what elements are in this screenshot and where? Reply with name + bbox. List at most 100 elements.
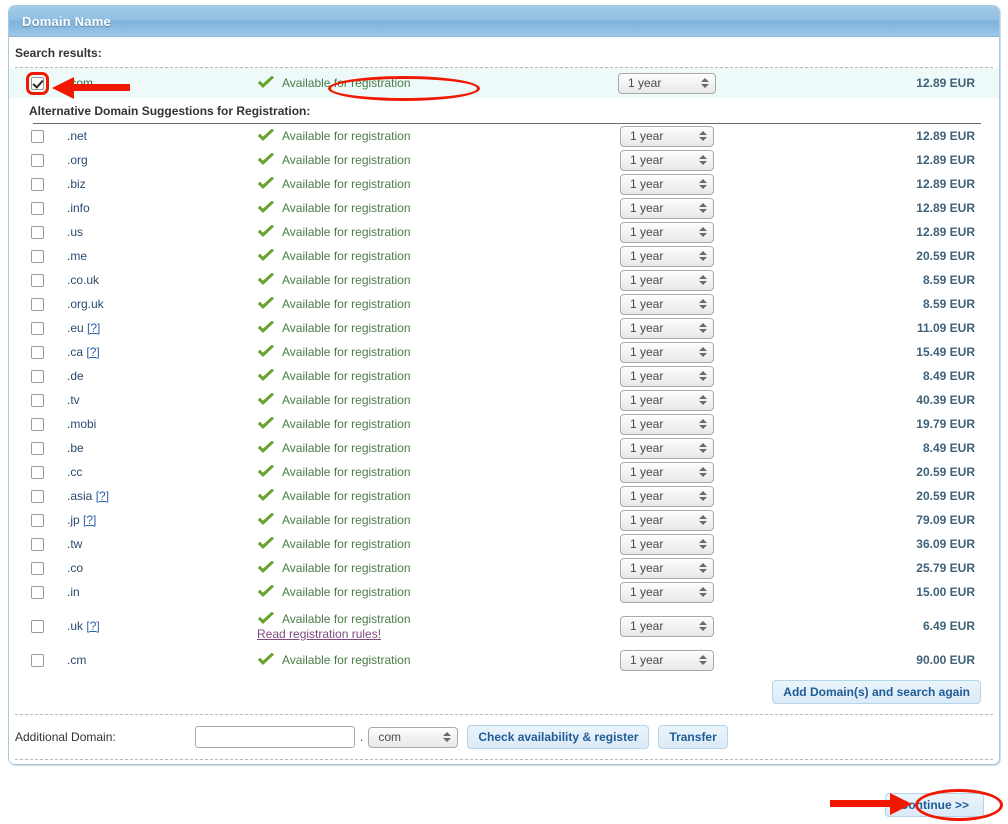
additional-domain-tld-value: com bbox=[378, 730, 442, 744]
continue-button[interactable]: Continue >> bbox=[885, 793, 984, 817]
suggestion-term-select[interactable]: 1 year bbox=[620, 198, 714, 219]
add-domains-row: Add Domain(s) and search again bbox=[9, 672, 999, 714]
tld-help-link[interactable]: [?] bbox=[86, 619, 99, 633]
suggestion-checkbox[interactable] bbox=[31, 370, 44, 383]
read-registration-rules-link[interactable]: Read registration rules! bbox=[257, 627, 411, 641]
suggestion-term-select[interactable]: 1 year bbox=[620, 462, 714, 483]
stepper-arrows-icon bbox=[698, 395, 707, 405]
suggestion-term-select[interactable]: 1 year bbox=[620, 342, 714, 363]
suggestion-term-select[interactable]: 1 year bbox=[620, 650, 714, 671]
suggestion-checkbox[interactable] bbox=[31, 202, 44, 215]
suggestion-term-select[interactable]: 1 year bbox=[620, 390, 714, 411]
suggestion-price: 12.89 EUR bbox=[777, 225, 999, 239]
suggestion-status-cell: Available for registration bbox=[257, 513, 557, 527]
suggestion-checkbox[interactable] bbox=[31, 250, 44, 263]
primary-term-select[interactable]: 1 year bbox=[618, 73, 716, 94]
primary-result-status: Available for registration bbox=[282, 76, 411, 90]
table-row: .infoAvailable for registration1 year12.… bbox=[9, 196, 999, 220]
suggestion-status-cell: Available for registration bbox=[257, 369, 557, 383]
suggestion-price: 6.49 EUR bbox=[777, 619, 999, 633]
table-row: .bizAvailable for registration1 year12.8… bbox=[9, 172, 999, 196]
stepper-arrows-icon bbox=[700, 78, 709, 88]
green-check-icon bbox=[257, 225, 275, 239]
suggestion-status-cell: Available for registration bbox=[257, 561, 557, 575]
suggestion-checkbox[interactable] bbox=[31, 490, 44, 503]
add-domains-and-search-again-button[interactable]: Add Domain(s) and search again bbox=[772, 680, 981, 704]
table-row: .beAvailable for registration1 year8.49 … bbox=[9, 436, 999, 460]
tld-help-link[interactable]: [?] bbox=[96, 489, 109, 503]
suggestions-list: .netAvailable for registration1 year12.8… bbox=[9, 124, 999, 672]
suggestion-checkbox-cell bbox=[9, 586, 57, 599]
green-check-icon bbox=[257, 513, 275, 527]
green-check-icon bbox=[257, 153, 275, 167]
table-row: .co.ukAvailable for registration1 year8.… bbox=[9, 268, 999, 292]
stepper-arrows-icon bbox=[698, 131, 707, 141]
suggestion-checkbox[interactable] bbox=[31, 442, 44, 455]
suggestion-tld-text: .de bbox=[67, 369, 84, 383]
suggestion-checkbox[interactable] bbox=[31, 130, 44, 143]
panel-title-bar: Domain Name bbox=[9, 6, 999, 37]
suggestion-price: 90.00 EUR bbox=[777, 653, 999, 667]
suggestion-term-select[interactable]: 1 year bbox=[620, 414, 714, 435]
suggestion-checkbox-cell bbox=[9, 418, 57, 431]
suggestion-checkbox[interactable] bbox=[31, 418, 44, 431]
suggestion-term-select[interactable]: 1 year bbox=[620, 150, 714, 171]
suggestion-status: Available for registration bbox=[282, 273, 411, 287]
check-availability-register-button[interactable]: Check availability & register bbox=[467, 725, 649, 749]
stepper-arrows-icon bbox=[698, 227, 707, 237]
suggestion-checkbox[interactable] bbox=[31, 586, 44, 599]
suggestion-term-cell: 1 year bbox=[557, 126, 777, 147]
green-check-icon bbox=[257, 177, 275, 191]
suggestion-tld: .co.uk bbox=[57, 273, 257, 287]
suggestion-tld: .tv bbox=[57, 393, 257, 407]
suggestion-tld-text: .tw bbox=[67, 537, 82, 551]
tld-help-link[interactable]: [?] bbox=[87, 321, 100, 335]
suggestion-checkbox[interactable] bbox=[31, 538, 44, 551]
suggestion-term-select[interactable]: 1 year bbox=[620, 318, 714, 339]
additional-domain-input[interactable] bbox=[195, 726, 355, 748]
suggestion-checkbox[interactable] bbox=[31, 394, 44, 407]
suggestion-term-select[interactable]: 1 year bbox=[620, 246, 714, 267]
suggestion-tld-text: .co bbox=[67, 561, 83, 575]
suggestion-term-value: 1 year bbox=[630, 225, 698, 239]
suggestion-tld: .mobi bbox=[57, 417, 257, 431]
stepper-arrows-icon bbox=[698, 515, 707, 525]
suggestion-status: Available for registration bbox=[282, 177, 411, 191]
tld-help-link[interactable]: [?] bbox=[86, 345, 99, 359]
suggestion-term-select[interactable]: 1 year bbox=[620, 270, 714, 291]
suggestion-checkbox-cell bbox=[9, 178, 57, 191]
suggestion-checkbox[interactable] bbox=[31, 322, 44, 335]
suggestion-term-select[interactable]: 1 year bbox=[620, 486, 714, 507]
suggestion-checkbox[interactable] bbox=[31, 466, 44, 479]
green-check-icon bbox=[257, 417, 275, 431]
suggestion-checkbox[interactable] bbox=[31, 274, 44, 287]
suggestion-term-select[interactable]: 1 year bbox=[620, 438, 714, 459]
suggestion-term-select[interactable]: 1 year bbox=[620, 366, 714, 387]
suggestion-term-select[interactable]: 1 year bbox=[620, 222, 714, 243]
suggestion-term-select[interactable]: 1 year bbox=[620, 174, 714, 195]
domain-name-panel: Domain Name Search results: .com Availab… bbox=[8, 5, 1000, 765]
suggestion-checkbox[interactable] bbox=[31, 154, 44, 167]
suggestion-term-select[interactable]: 1 year bbox=[620, 582, 714, 603]
suggestion-checkbox[interactable] bbox=[31, 346, 44, 359]
suggestion-term-select[interactable]: 1 year bbox=[620, 558, 714, 579]
suggestion-term-select[interactable]: 1 year bbox=[620, 126, 714, 147]
primary-result-checkbox[interactable] bbox=[31, 77, 44, 90]
suggestion-checkbox[interactable] bbox=[31, 620, 44, 633]
suggestion-term-select[interactable]: 1 year bbox=[620, 616, 714, 637]
suggestion-checkbox[interactable] bbox=[31, 514, 44, 527]
suggestion-checkbox-cell bbox=[9, 226, 57, 239]
suggestion-term-select[interactable]: 1 year bbox=[620, 534, 714, 555]
suggestion-checkbox[interactable] bbox=[31, 654, 44, 667]
suggestion-tld: .tw bbox=[57, 537, 257, 551]
suggestion-term-select[interactable]: 1 year bbox=[620, 294, 714, 315]
additional-domain-tld-select[interactable]: com bbox=[368, 727, 458, 748]
suggestion-checkbox[interactable] bbox=[31, 226, 44, 239]
suggestion-tld-text: .tv bbox=[67, 393, 80, 407]
transfer-button[interactable]: Transfer bbox=[658, 725, 727, 749]
suggestion-checkbox[interactable] bbox=[31, 178, 44, 191]
suggestion-checkbox[interactable] bbox=[31, 562, 44, 575]
suggestion-term-select[interactable]: 1 year bbox=[620, 510, 714, 531]
tld-help-link[interactable]: [?] bbox=[83, 513, 96, 527]
suggestion-checkbox[interactable] bbox=[31, 298, 44, 311]
